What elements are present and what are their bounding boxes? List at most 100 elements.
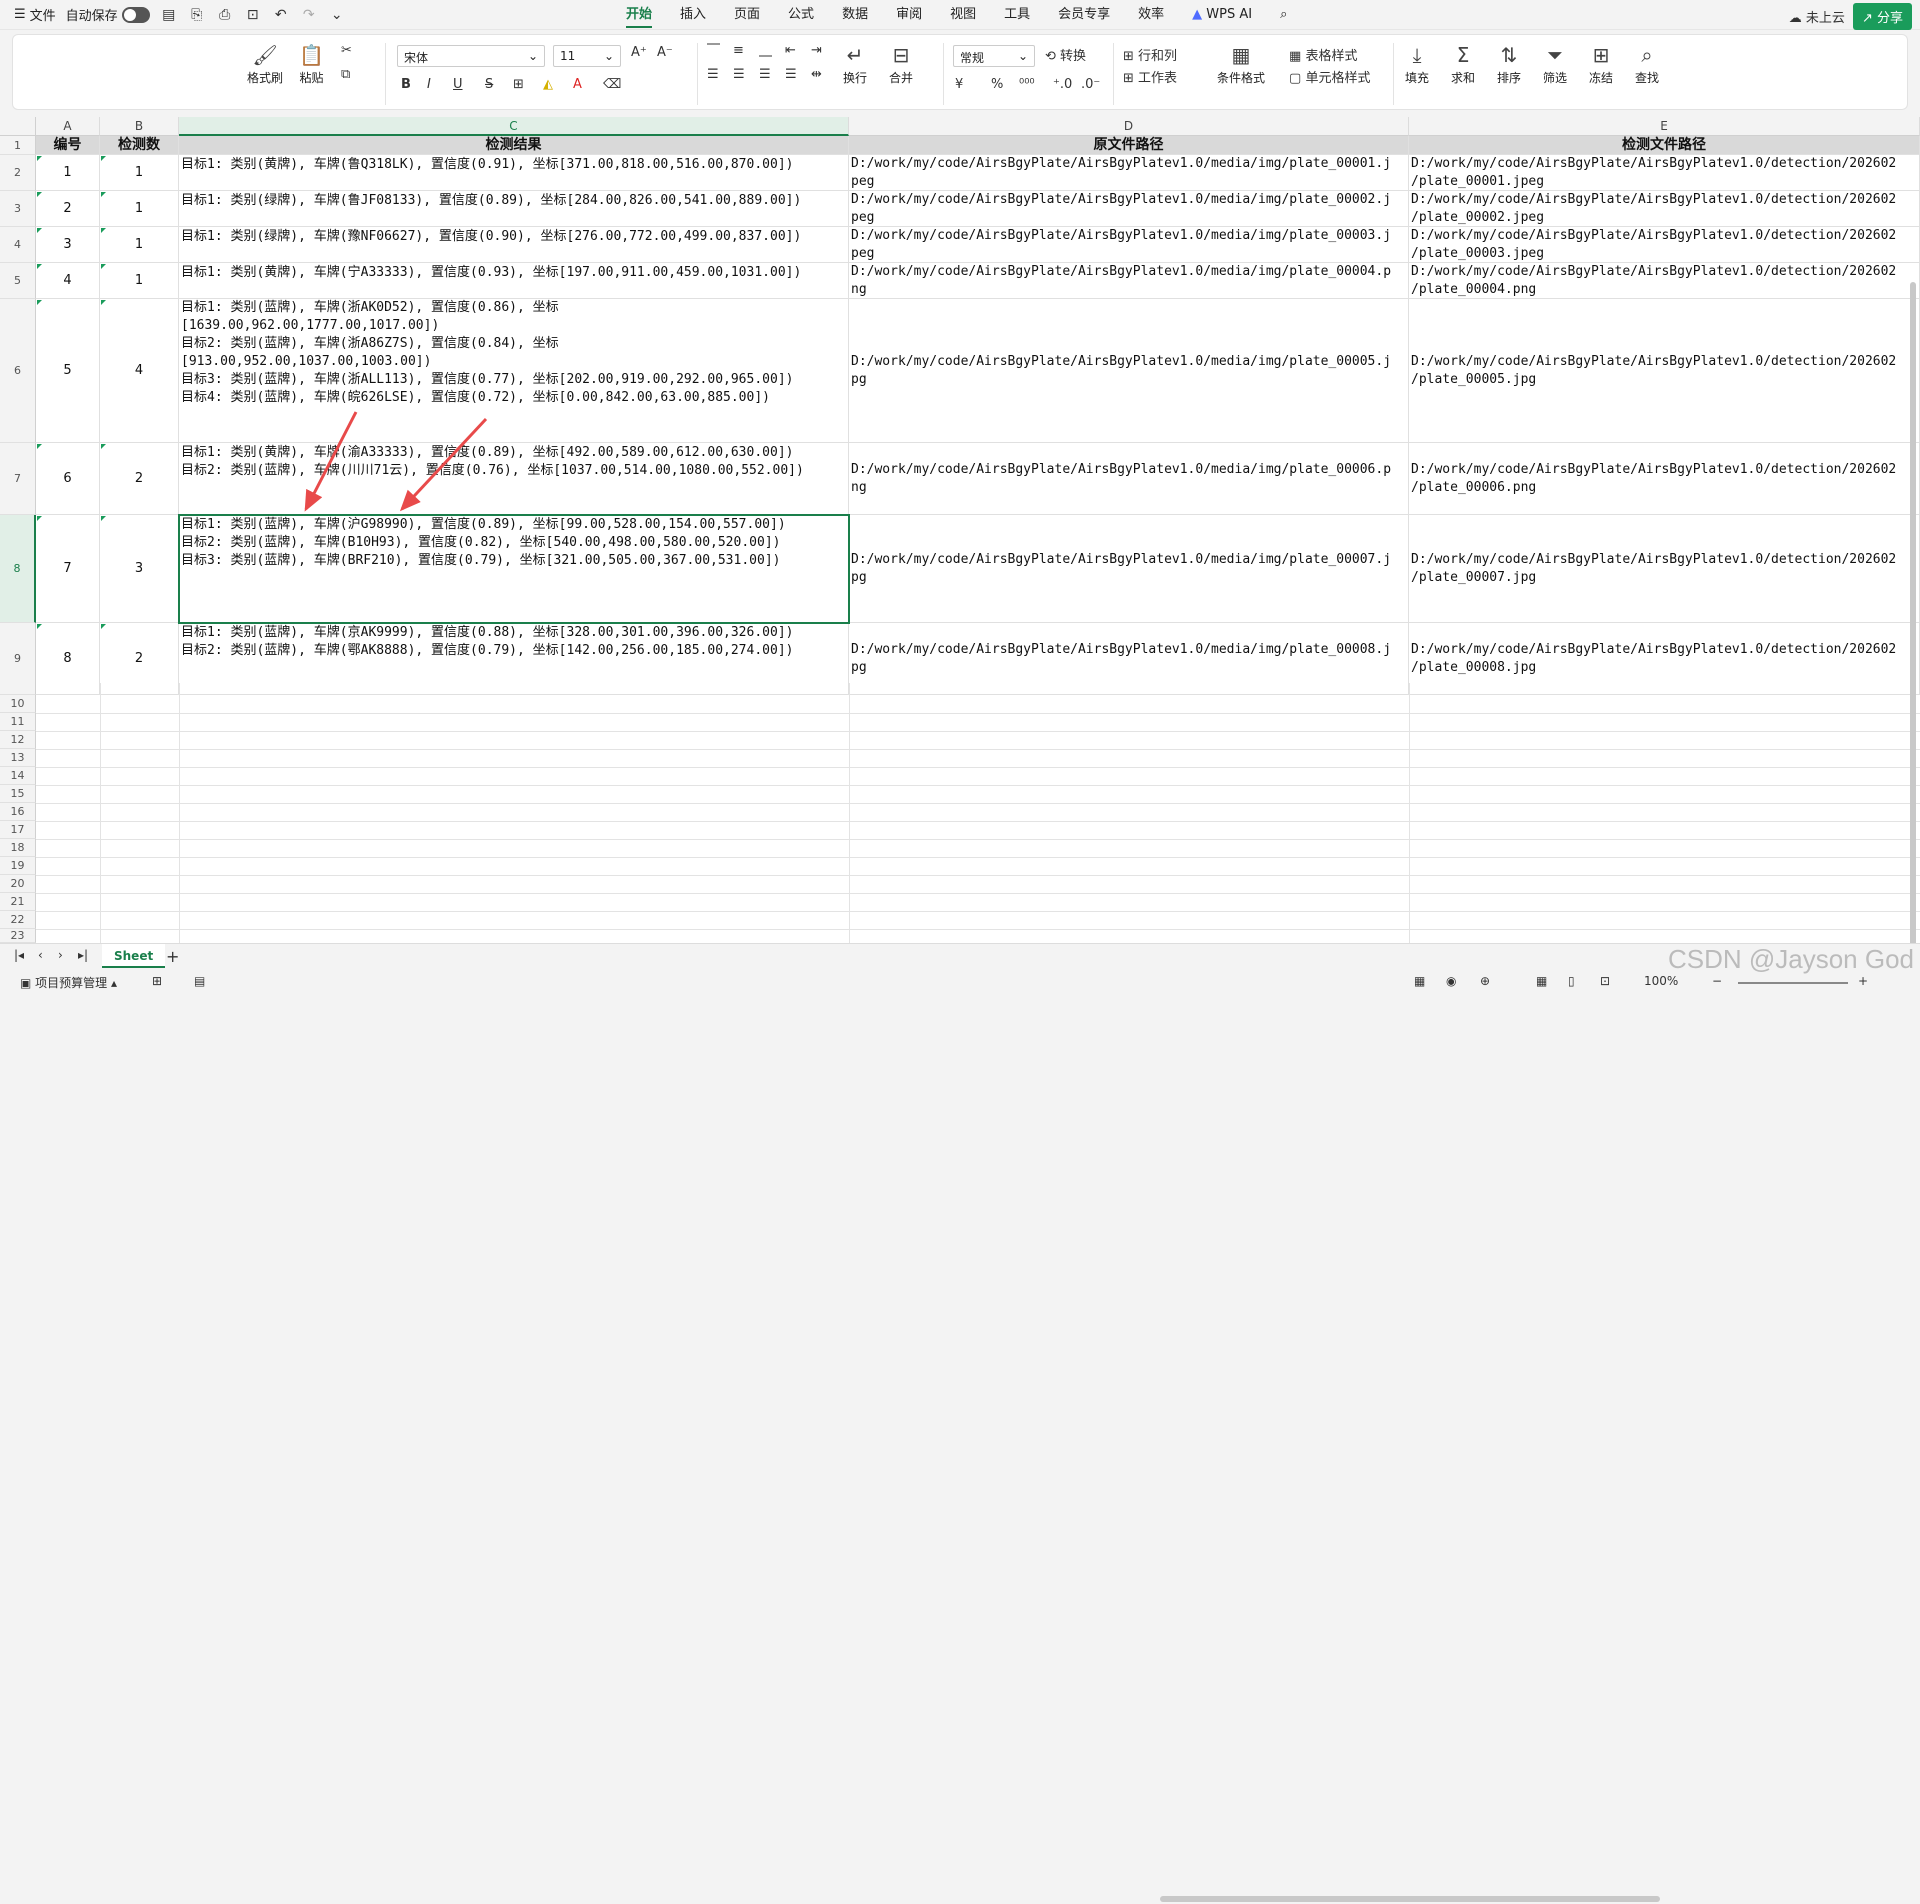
zoom-slider[interactable]: [1738, 982, 1848, 984]
thousands-icon[interactable]: ⁰⁰⁰: [1019, 77, 1035, 92]
conditional-format-button[interactable]: ▦ 条件格式: [1217, 41, 1265, 86]
merge-button[interactable]: ⊟ 合并: [889, 41, 913, 86]
strikethrough-icon[interactable]: S̶: [485, 77, 493, 92]
file-menu[interactable]: ☰ 文件: [14, 5, 56, 24]
tab-start[interactable]: 开始: [612, 0, 666, 30]
tab-view[interactable]: 视图: [936, 0, 990, 30]
align-center-icon[interactable]: ☰: [733, 67, 745, 82]
decimal-increase-icon[interactable]: ⁺.0: [1053, 77, 1072, 92]
zoom-in-icon[interactable]: +: [1858, 974, 1868, 988]
row-col-button[interactable]: ⊞ 行和列: [1123, 45, 1177, 64]
font-name-select[interactable]: 宋体 ⌄: [397, 45, 545, 67]
grid-view-icon[interactable]: ▦: [1536, 974, 1547, 988]
decimal-decrease-icon[interactable]: .0⁻: [1081, 77, 1100, 92]
decrease-font-icon[interactable]: A⁻: [657, 45, 673, 60]
tab-wps-ai[interactable]: ▲ WPS AI: [1178, 0, 1266, 30]
number-format-select[interactable]: 常规 ⌄: [953, 45, 1035, 67]
justify-icon[interactable]: ☰: [785, 67, 797, 82]
horizontal-scrollbar[interactable]: [1160, 1896, 1840, 1904]
zoom-out-icon[interactable]: −: [1712, 974, 1722, 988]
filter-button[interactable]: ⏷ 筛选: [1543, 41, 1567, 86]
tab-tools[interactable]: 工具: [990, 0, 1044, 30]
preview-icon[interactable]: ⊡: [244, 7, 262, 23]
format-painter-button[interactable]: 🖌 格式刷: [247, 41, 283, 86]
align-bottom-icon[interactable]: ⎽: [759, 43, 772, 58]
undo-icon[interactable]: ↶: [272, 7, 290, 23]
fill-button[interactable]: ⤓ 填充: [1405, 41, 1429, 86]
chevron-down-icon: ⌄: [527, 49, 538, 63]
align-top-icon[interactable]: ⎺: [707, 43, 720, 58]
scroll-thumb[interactable]: [1160, 1896, 1660, 1902]
print-icon[interactable]: ⎙: [216, 7, 234, 23]
doc-icon[interactable]: ▤: [194, 974, 205, 988]
page-break-icon[interactable]: ⊡: [1600, 974, 1610, 988]
share-button[interactable]: ↗ 分享: [1852, 3, 1912, 30]
search-icon: ⌕: [1641, 43, 1653, 67]
eye-icon[interactable]: ◉: [1446, 974, 1456, 988]
export-icon[interactable]: ⎘: [188, 7, 206, 23]
bold-icon[interactable]: B: [401, 77, 411, 92]
freeze-button[interactable]: ⊞ 冻结: [1589, 41, 1613, 86]
font-color-icon[interactable]: A: [573, 77, 582, 92]
first-sheet-icon[interactable]: |◂: [14, 948, 24, 962]
tab-efficiency[interactable]: 效率: [1124, 0, 1178, 30]
paste-button[interactable]: 📋 粘贴: [299, 41, 324, 86]
cut-icon[interactable]: ✂: [341, 43, 352, 58]
macro-icon[interactable]: ⊞: [152, 974, 162, 988]
toggle-icon[interactable]: [121, 6, 150, 23]
border-icon[interactable]: ⊞: [513, 77, 524, 92]
chevron-down-icon[interactable]: ⌄: [328, 7, 346, 23]
prev-sheet-icon[interactable]: ‹: [38, 948, 43, 962]
sum-button[interactable]: Σ 求和: [1451, 41, 1475, 86]
fill-color-icon[interactable]: ◭: [543, 77, 553, 92]
fill-icon: ⤓: [1412, 43, 1422, 67]
percent-icon[interactable]: %: [991, 77, 1003, 92]
chevron-down-icon: ⌄: [1017, 49, 1028, 63]
tab-review[interactable]: 审阅: [882, 0, 936, 30]
italic-icon[interactable]: I: [427, 77, 431, 92]
last-sheet-icon[interactable]: ▸|: [78, 948, 88, 962]
indent-decrease-icon[interactable]: ⇤: [785, 43, 796, 58]
tab-data[interactable]: 数据: [828, 0, 882, 30]
tab-page[interactable]: 页面: [720, 0, 774, 30]
view-normal-icon[interactable]: ▦: [1414, 974, 1425, 988]
convert-button[interactable]: ⟲ 转换: [1045, 45, 1086, 64]
search-icon[interactable]: ⌕: [1266, 0, 1301, 30]
underline-icon[interactable]: U: [453, 77, 463, 92]
find-button[interactable]: ⌕ 查找: [1635, 41, 1659, 86]
scroll-thumb[interactable]: [1910, 282, 1916, 982]
tab-insert[interactable]: 插入: [666, 0, 720, 30]
tab-formula[interactable]: 公式: [774, 0, 828, 30]
sort-icon: ⇅: [1500, 43, 1518, 67]
align-right-icon[interactable]: ☰: [759, 67, 771, 82]
wrap-icon: ↵: [846, 43, 864, 67]
clear-format-icon[interactable]: ⌫: [603, 77, 621, 92]
save-icon[interactable]: ▤: [160, 7, 178, 23]
next-sheet-icon[interactable]: ›: [58, 948, 63, 962]
add-sheet-button[interactable]: +: [166, 947, 179, 966]
indent-increase-icon[interactable]: ⇥: [811, 43, 822, 58]
align-middle-icon[interactable]: ≡: [733, 43, 744, 58]
cell-style-button[interactable]: ▢ 单元格样式: [1289, 67, 1370, 86]
tab-member[interactable]: 会员专享: [1044, 0, 1124, 30]
distribute-icon[interactable]: ⇹: [811, 67, 822, 82]
autosave-toggle[interactable]: 自动保存: [66, 5, 150, 24]
zoom-level[interactable]: 100%: [1644, 974, 1678, 988]
vertical-scrollbar[interactable]: [1908, 252, 1918, 1012]
increase-font-icon[interactable]: A⁺: [631, 45, 647, 60]
table-style-button[interactable]: ▦ 表格样式: [1289, 45, 1357, 64]
cloud-status[interactable]: ☁ 未上云: [1789, 7, 1845, 26]
currency-icon[interactable]: ¥: [955, 77, 963, 92]
page-view-icon[interactable]: ▯: [1568, 974, 1575, 988]
wrap-button[interactable]: ↵ 换行: [843, 41, 867, 86]
project-button[interactable]: ▣ 项目预算管理 ▴: [20, 974, 117, 991]
copy-icon[interactable]: ⧉: [341, 67, 350, 82]
redo-icon[interactable]: ↷: [300, 7, 318, 23]
cell-style-icon: ▢: [1289, 71, 1302, 86]
layout-icon[interactable]: ⊕: [1480, 974, 1490, 988]
align-left-icon[interactable]: ☰: [707, 67, 719, 82]
font-size-select[interactable]: 11 ⌄: [553, 45, 621, 67]
sheet-tab[interactable]: Sheet: [102, 944, 166, 968]
sort-button[interactable]: ⇅ 排序: [1497, 41, 1521, 86]
worksheet-button[interactable]: ⊞ 工作表: [1123, 67, 1177, 86]
